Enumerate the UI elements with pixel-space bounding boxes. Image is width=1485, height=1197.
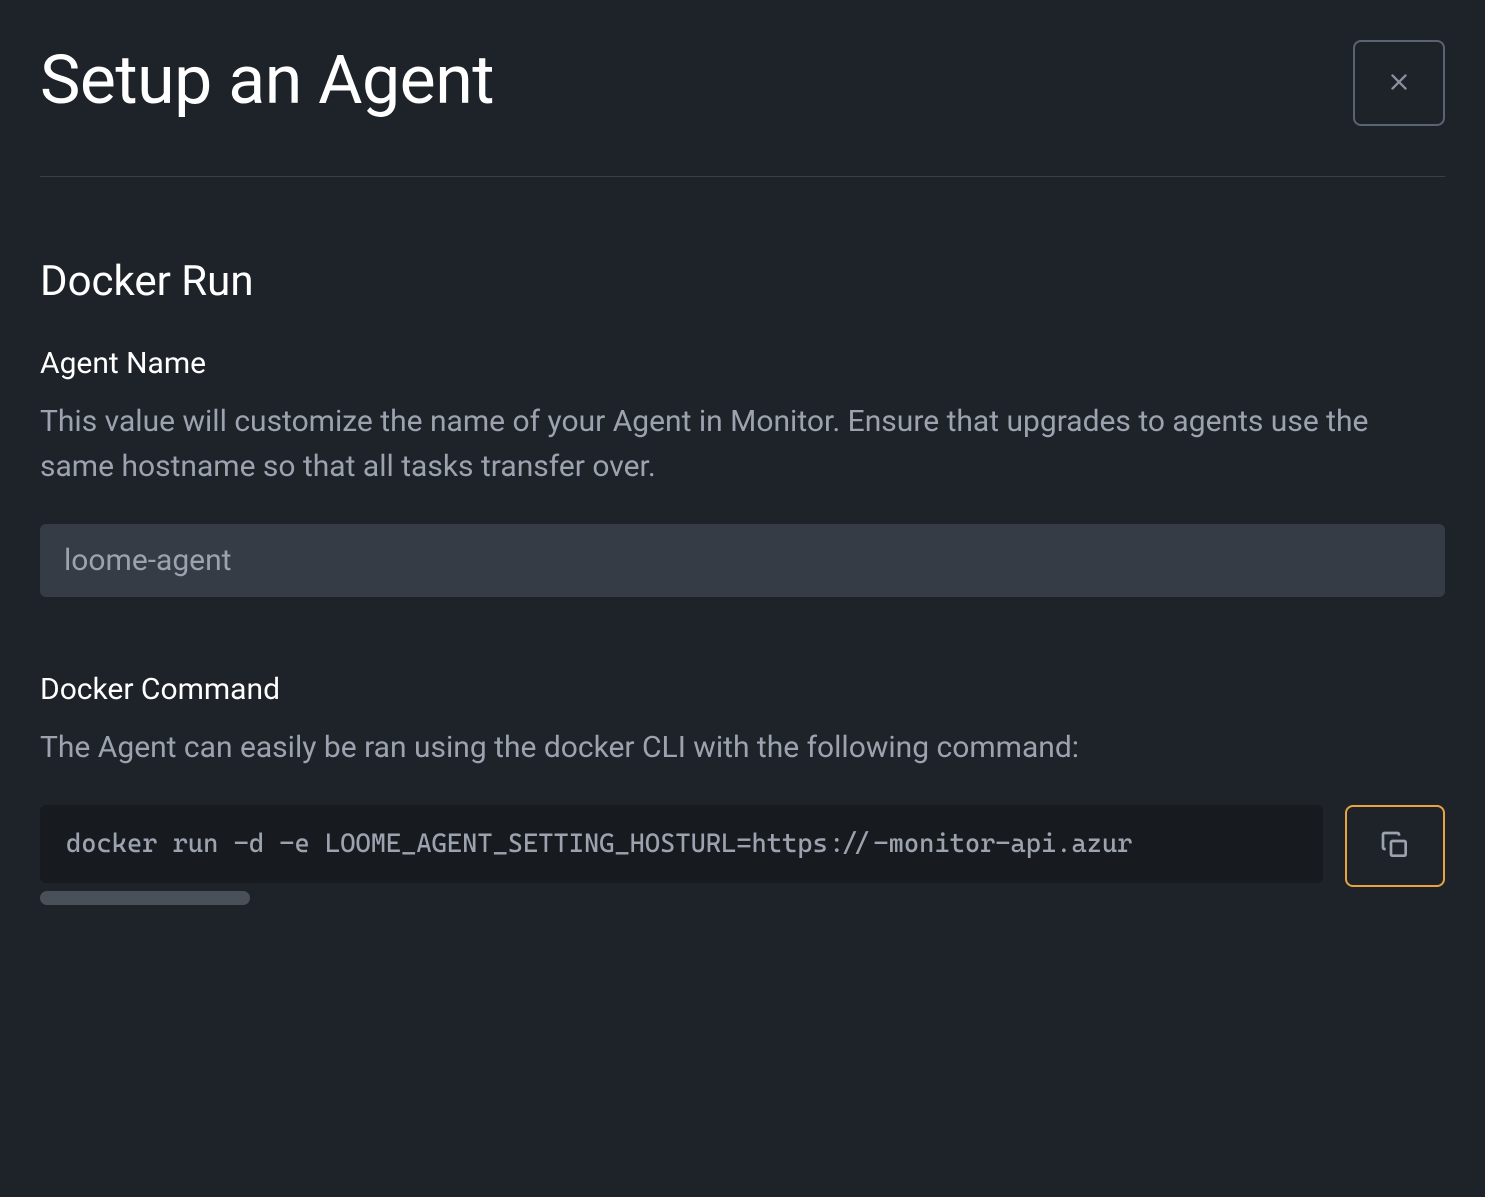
horizontal-scrollbar[interactable] <box>40 891 250 905</box>
close-icon <box>1385 68 1413 99</box>
docker-command-code[interactable]: docker run -d -e LOOME_AGENT_SETTING_HOS… <box>40 805 1323 883</box>
copy-icon <box>1379 829 1411 864</box>
section-title: Docker Run <box>40 257 1445 306</box>
agent-name-description: This value will customize the name of yo… <box>40 399 1445 489</box>
modal-header: Setup an Agent <box>40 40 1445 177</box>
agent-name-field-group: Agent Name This value will customize the… <box>40 346 1445 597</box>
docker-command-description: The Agent can easily be ran using the do… <box>40 725 1445 770</box>
docker-command-field-group: Docker Command The Agent can easily be r… <box>40 672 1445 905</box>
close-button[interactable] <box>1353 40 1445 126</box>
page-title: Setup an Agent <box>40 40 494 120</box>
agent-name-label: Agent Name <box>40 346 1445 381</box>
copy-button[interactable] <box>1345 805 1445 887</box>
agent-name-input[interactable] <box>40 524 1445 597</box>
docker-command-label: Docker Command <box>40 672 1445 707</box>
command-row: docker run -d -e LOOME_AGENT_SETTING_HOS… <box>40 805 1445 905</box>
code-block-wrapper: docker run -d -e LOOME_AGENT_SETTING_HOS… <box>40 805 1323 905</box>
